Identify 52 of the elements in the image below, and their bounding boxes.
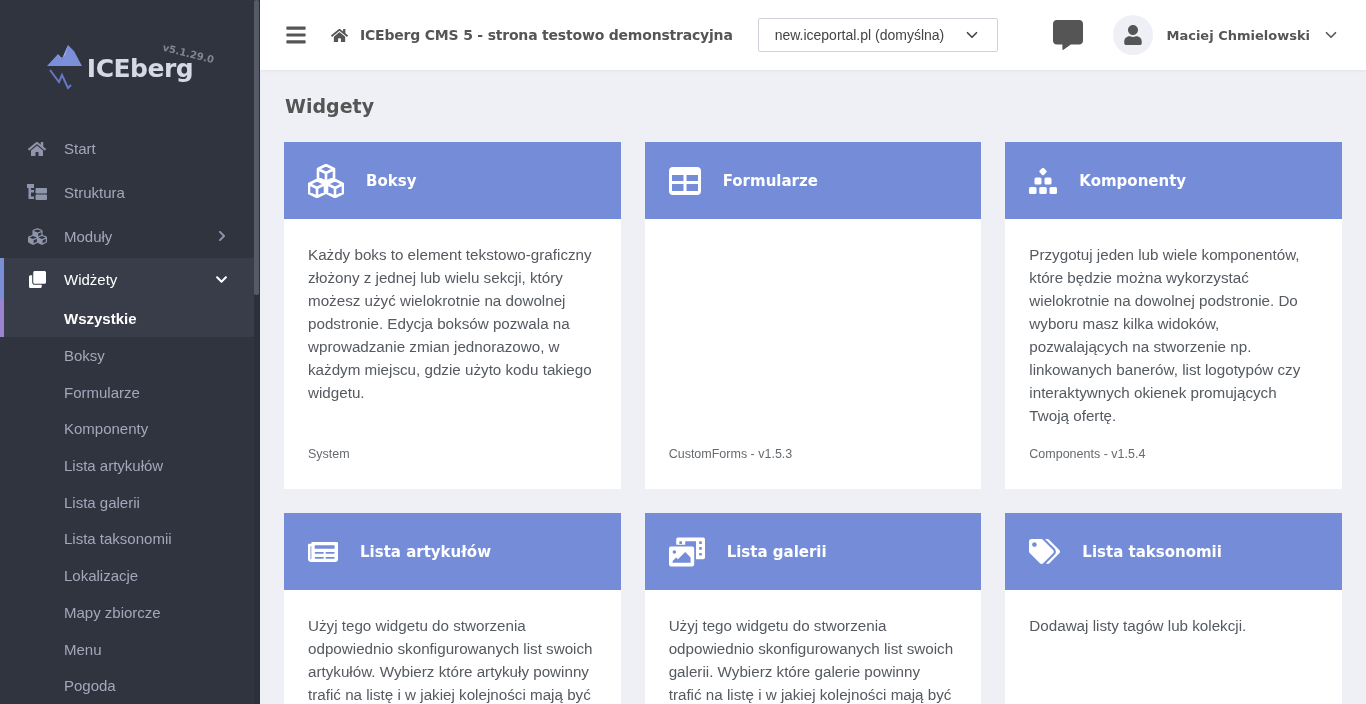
card-title[interactable]: Boksy: [366, 171, 417, 190]
card-description: Każdy boks to element tekstowo-graficzny złożony z jednej lub wielu sekcji, który możesz użyć wielokrotnie na dowolnej podstronie. Edycja boksów pozwala na wprowadzanie zmian jednorazowo, w każdym miejscu, gdzie użyto kodu takiego widgetu.: [308, 245, 593, 403]
page-heading: Widgety: [285, 94, 375, 118]
cubes-icon: [308, 163, 344, 198]
sidebar-item[interactable]: Widżety: [0, 257, 254, 301]
card-footer-text: System: [308, 446, 350, 463]
card-header[interactable]: Lista artykułów: [284, 513, 621, 590]
tags-icon: [1029, 536, 1061, 567]
card-description: Przygotuj jeden lub wiele komponentów, które będzie można wykorzystać wielokrotnie na dowolnej podstronie. Do wyboru masz kilka widoków, pozwalających na stworzenie np. linkowanych banerów, list logotypów czy interaktywnych okienek promujących Twoją ofertę.: [1029, 245, 1302, 426]
sidebar-subitem[interactable]: Lista artykułów: [0, 447, 254, 484]
sidebar-item[interactable]: Moduły: [0, 214, 254, 258]
card-description: Użyj tego widgetu do stworzenia odpowiednio skonfigurowanych list swoich artykułów. Wybierz które artykuły powinny trafić na listę i w jakiej kolejności mają być: [308, 616, 594, 704]
sidebar-subitem[interactable]: Pogoda: [0, 667, 254, 704]
card-header[interactable]: Boksy: [284, 142, 621, 219]
sidebar-item[interactable]: Struktura: [0, 170, 254, 215]
card-header[interactable]: Lista taksonomii: [1005, 513, 1342, 590]
card-title[interactable]: Lista taksonomii: [1082, 542, 1222, 561]
sidebar-subitem[interactable]: Boksy: [0, 337, 254, 374]
chat-icon[interactable]: [1053, 20, 1084, 50]
card-header[interactable]: Lista galerii: [644, 513, 982, 590]
sidebar-subitem[interactable]: Lista galerii: [0, 483, 254, 521]
tree-icon: [27, 184, 47, 201]
scrollbar-thumb[interactable]: [254, 0, 259, 295]
stacked-squares-icon: [28, 270, 46, 288]
squares-pyramid-icon: [1029, 167, 1058, 194]
card-footer-text: Components - v1.5.4: [1029, 446, 1146, 463]
sidebar-subitem[interactable]: Komponenty: [0, 410, 254, 448]
menu-icon[interactable]: [285, 24, 307, 46]
sidebar-subitem[interactable]: Lista taksonomii: [0, 520, 254, 558]
grid-icon: [668, 166, 701, 195]
sidebar-subitem[interactable]: Mapy zbiorcze: [0, 593, 254, 631]
user-name[interactable]: Maciej Chmielowski: [1166, 27, 1310, 43]
home-icon[interactable]: [331, 26, 348, 44]
card-title[interactable]: Komponenty: [1079, 171, 1187, 190]
card-description: Użyj tego widgetu do stworzenia odpowiednio skonfigurowanych list swoich galerii. Wybierz które galerie powinny trafić na listę i w jakiej kolejności mają być: [668, 616, 955, 704]
sidebar-subitem[interactable]: Wszystkie: [0, 300, 254, 338]
card-title[interactable]: Formularze: [722, 171, 818, 190]
home-icon: [28, 139, 46, 158]
card-header[interactable]: Formularze: [644, 142, 982, 219]
card-description: Dodawaj listy tagów lub kolekcji.: [1029, 616, 1248, 636]
sidebar-subitem[interactable]: Lokalizacje: [0, 557, 254, 594]
sidebar-item[interactable]: Start: [0, 126, 254, 171]
sidebar-subitem[interactable]: Menu: [0, 630, 254, 668]
card-header[interactable]: Komponenty: [1005, 142, 1342, 219]
card-footer-text: CustomForms - v1.5.3: [668, 446, 793, 463]
avatar-icon[interactable]: [1113, 15, 1154, 55]
card-title[interactable]: Lista galerii: [726, 542, 827, 561]
page-title: ICEberg CMS 5 - strona testowo demonstracyjna: [360, 27, 733, 43]
site-select[interactable]: new.iceportal.pl (domyślna): [757, 18, 998, 52]
card-title[interactable]: Lista artykułów: [360, 542, 491, 561]
cubes-icon: [27, 226, 47, 246]
sidebar-subitem[interactable]: Formularze: [0, 373, 254, 411]
